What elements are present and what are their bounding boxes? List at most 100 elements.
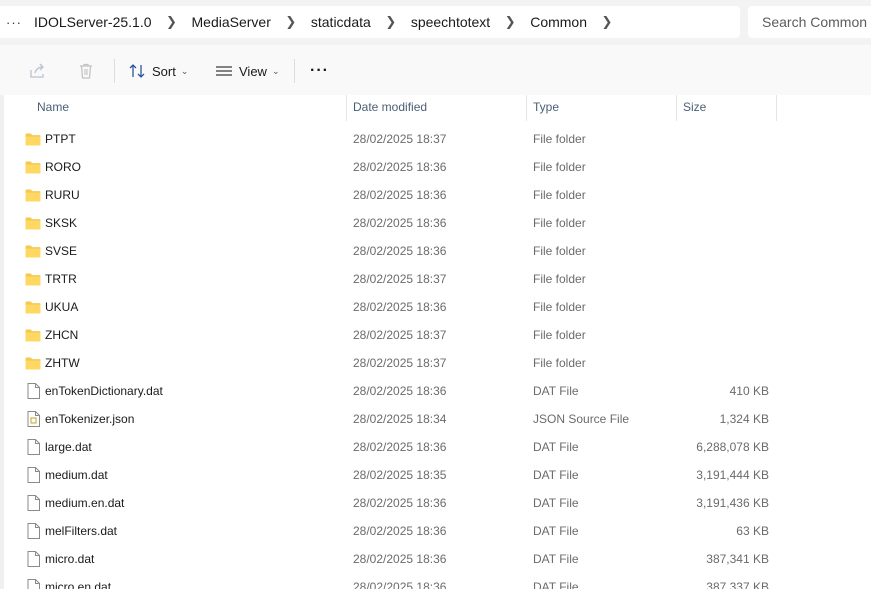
chevron-right-icon[interactable]: ❯ bbox=[593, 14, 621, 30]
file-row[interactable]: SKSK 28/02/2025 18:36 File folder bbox=[0, 209, 871, 237]
breadcrumb-item-idolserver[interactable]: IDOLServer-25.1.0 bbox=[28, 14, 158, 30]
more-options-button[interactable]: ··· bbox=[310, 55, 329, 87]
view-list-icon bbox=[215, 62, 233, 80]
file-size bbox=[683, 181, 769, 209]
file-size bbox=[683, 153, 769, 181]
file-row[interactable]: enTokenDictionary.dat 28/02/2025 18:36 DAT… bbox=[0, 377, 871, 405]
chevron-right-icon[interactable]: ❯ bbox=[158, 14, 186, 30]
file-row[interactable]: RORO 28/02/2025 18:36 File folder bbox=[0, 153, 871, 181]
file-name: RORO bbox=[45, 160, 81, 174]
file-name-cell[interactable]: RURU bbox=[25, 181, 80, 209]
file-icon bbox=[25, 495, 41, 511]
file-name-cell[interactable]: large.dat bbox=[25, 433, 92, 461]
date-modified: 28/02/2025 18:36 bbox=[353, 440, 447, 454]
date-modified: 28/02/2025 18:36 bbox=[353, 580, 447, 589]
file-name: TRTR bbox=[45, 272, 77, 286]
folder-icon bbox=[25, 271, 41, 287]
breadcrumb-item-speechtotext[interactable]: speechtotext bbox=[405, 14, 496, 30]
file-type: File folder bbox=[533, 272, 586, 286]
share-button[interactable] bbox=[28, 55, 46, 87]
sort-button[interactable]: Sort ⌄ bbox=[128, 55, 188, 87]
file-name-cell[interactable]: melFilters.dat bbox=[25, 517, 117, 545]
file-name-cell[interactable]: ZHTW bbox=[25, 349, 80, 377]
trash-icon bbox=[77, 62, 95, 80]
file-size bbox=[683, 209, 769, 237]
chevron-right-icon[interactable]: ❯ bbox=[377, 14, 405, 30]
column-header-type[interactable]: Type bbox=[525, 95, 675, 119]
file-row[interactable]: medium.en.dat 28/02/2025 18:36 DAT File 3,1… bbox=[0, 489, 871, 517]
file-name-cell[interactable]: micro.en.dat bbox=[25, 573, 111, 589]
file-row[interactable]: SVSE 28/02/2025 18:36 File folder bbox=[0, 237, 871, 265]
file-size bbox=[683, 237, 769, 265]
file-size: 387,341 KB bbox=[706, 552, 769, 566]
file-name-cell[interactable]: micro.dat bbox=[25, 545, 94, 573]
file-type: File folder bbox=[533, 132, 586, 146]
chevron-right-icon[interactable]: ❯ bbox=[277, 14, 305, 30]
file-size: 1,324 KB bbox=[719, 412, 769, 426]
file-name: enTokenizer.json bbox=[45, 412, 135, 426]
date-modified: 28/02/2025 18:37 bbox=[353, 272, 447, 286]
file-row[interactable]: PTPT 28/02/2025 18:37 File folder bbox=[0, 125, 871, 153]
file-name-cell[interactable]: enTokenDictionary.dat bbox=[25, 377, 163, 405]
file-row[interactable]: large.dat 28/02/2025 18:36 DAT File 6,288,0… bbox=[0, 433, 871, 461]
date-modified: 28/02/2025 18:36 bbox=[353, 496, 447, 510]
file-row[interactable]: micro.dat 28/02/2025 18:36 DAT File 387,341… bbox=[0, 545, 871, 573]
file-name: large.dat bbox=[45, 440, 92, 454]
breadcrumb-item-common[interactable]: Common bbox=[524, 14, 593, 30]
folder-icon bbox=[25, 131, 41, 147]
file-type: File folder bbox=[533, 244, 586, 258]
file-row[interactable]: ZHTW 28/02/2025 18:37 File folder bbox=[0, 349, 871, 377]
file-name-cell[interactable]: enTokenizer.json bbox=[25, 405, 134, 433]
folder-icon bbox=[25, 355, 41, 371]
view-label: View bbox=[239, 63, 267, 79]
search-input[interactable]: Search Common bbox=[748, 6, 871, 38]
breadcrumb-item-mediaserver[interactable]: MediaServer bbox=[186, 14, 277, 30]
file-name-cell[interactable]: ZHCN bbox=[25, 321, 78, 349]
file-list: ˆ Name Date modified Type Size PTPT 28/02… bbox=[0, 95, 871, 589]
file-name: PTPT bbox=[45, 132, 76, 146]
chevron-down-icon: ⌄ bbox=[180, 65, 189, 76]
file-row[interactable]: ZHCN 28/02/2025 18:37 File folder bbox=[0, 321, 871, 349]
search-placeholder: Search Common bbox=[762, 14, 868, 30]
file-row[interactable]: micro.en.dat 28/02/2025 18:36 DAT File 387,… bbox=[0, 573, 871, 589]
file-row[interactable]: melFilters.dat 28/02/2025 18:36 DAT File 63… bbox=[0, 517, 871, 545]
breadcrumb-overflow-button[interactable]: ··· bbox=[0, 15, 28, 30]
chevron-down-icon: ⌄ bbox=[271, 65, 280, 76]
file-name-cell[interactable]: TRTR bbox=[25, 265, 77, 293]
chevron-right-icon[interactable]: ❯ bbox=[496, 14, 524, 30]
file-name: UKUA bbox=[45, 300, 79, 314]
file-name-cell[interactable]: RORO bbox=[25, 153, 81, 181]
file-row[interactable]: RURU 28/02/2025 18:36 File folder bbox=[0, 181, 871, 209]
file-name-cell[interactable]: SKSK bbox=[25, 209, 77, 237]
file-row[interactable]: TRTR 28/02/2025 18:37 File folder bbox=[0, 265, 871, 293]
address-bar: ··· IDOLServer-25.1.0 ❯ MediaServer ❯ st… bbox=[0, 0, 871, 45]
file-type: File folder bbox=[533, 356, 586, 370]
file-row[interactable]: medium.dat 28/02/2025 18:35 DAT File 3,191,… bbox=[0, 461, 871, 489]
file-type: File folder bbox=[533, 216, 586, 230]
file-name-cell[interactable]: UKUA bbox=[25, 293, 78, 321]
file-name-cell[interactable]: medium.dat bbox=[25, 461, 108, 489]
column-header-name[interactable]: Name bbox=[29, 95, 345, 119]
file-name: SKSK bbox=[45, 216, 78, 230]
file-size bbox=[683, 265, 769, 293]
file-type: DAT File bbox=[533, 496, 579, 510]
file-type: DAT File bbox=[533, 468, 579, 482]
date-modified: 28/02/2025 18:36 bbox=[353, 384, 447, 398]
file-name-cell[interactable]: medium.en.dat bbox=[25, 489, 124, 517]
folder-icon bbox=[25, 243, 41, 259]
json-file-icon bbox=[25, 411, 41, 427]
file-name-cell[interactable]: PTPT bbox=[25, 125, 76, 153]
file-icon bbox=[25, 551, 41, 567]
column-header-date[interactable]: Date modified bbox=[345, 95, 525, 119]
file-row[interactable]: UKUA 28/02/2025 18:36 File folder bbox=[0, 293, 871, 321]
file-row[interactable]: enTokenizer.json 28/02/2025 18:34 JSON Sou… bbox=[0, 405, 871, 433]
column-header-size[interactable]: Size bbox=[675, 95, 775, 119]
command-bar: Sort ⌄ View ⌄ ··· bbox=[0, 45, 871, 96]
file-name: ZHCN bbox=[45, 328, 79, 342]
file-name-cell[interactable]: SVSE bbox=[25, 237, 77, 265]
breadcrumb-item-staticdata[interactable]: staticdata bbox=[305, 14, 377, 30]
column-divider[interactable] bbox=[776, 95, 777, 121]
view-button[interactable]: View ⌄ bbox=[215, 55, 280, 87]
file-name: micro.dat bbox=[45, 552, 95, 566]
delete-button[interactable] bbox=[77, 55, 95, 87]
